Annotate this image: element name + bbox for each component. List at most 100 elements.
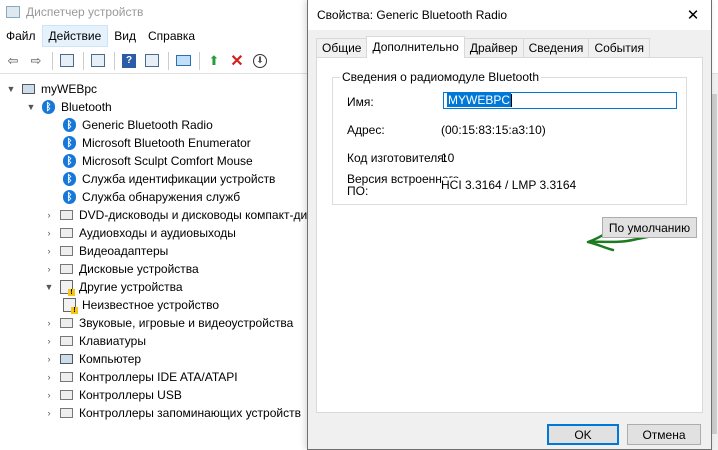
disable-device-icon[interactable]: ⬇ bbox=[251, 52, 269, 70]
toolbar-separator bbox=[114, 51, 115, 70]
bluetooth-icon: ᛒ bbox=[63, 154, 76, 168]
tree-root-label: myWEBpc bbox=[41, 82, 98, 96]
tree-item-label: Компьютер bbox=[79, 352, 142, 366]
storage-controller-icon bbox=[60, 408, 73, 418]
speaker-icon bbox=[60, 318, 73, 328]
menu-bar: Файл Действие Вид Справка bbox=[0, 25, 201, 47]
firmware-value: HCI 3.3164 / LMP 3.3164 bbox=[441, 178, 579, 192]
chevron-right-icon[interactable]: › bbox=[44, 210, 54, 220]
tree-item-sculpt-mouse[interactable]: ᛒ Microsoft Sculpt Comfort Mouse bbox=[63, 152, 253, 170]
usb-icon bbox=[60, 390, 73, 400]
address-label: Адрес: bbox=[347, 123, 385, 137]
name-label: Имя: bbox=[347, 95, 374, 109]
tree-item-generic-bluetooth-radio[interactable]: ᛒ Generic Bluetooth Radio bbox=[63, 116, 213, 134]
tree-item-ide-controllers[interactable]: › Контроллеры IDE ATA/ATAPI bbox=[44, 368, 238, 386]
tree-item-label: Звуковые, игровые и видеоустройства bbox=[79, 316, 294, 330]
tree-view-icon[interactable] bbox=[58, 52, 76, 70]
tab-advanced[interactable]: Дополнительно bbox=[366, 36, 465, 58]
toolbar-separator bbox=[83, 51, 84, 70]
tab-events[interactable]: События bbox=[588, 38, 650, 58]
menu-file[interactable]: Файл bbox=[0, 26, 42, 46]
scrollbar-thumb[interactable] bbox=[712, 94, 717, 434]
help-icon[interactable]: ? bbox=[120, 52, 138, 70]
tree-item-label: Microsoft Bluetooth Enumerator bbox=[82, 136, 251, 150]
tree-item-computer[interactable]: › Компьютер bbox=[44, 350, 142, 368]
tab-strip: Общие Дополнительно Драйвер Сведения Соб… bbox=[316, 36, 650, 58]
chevron-right-icon[interactable]: › bbox=[44, 228, 54, 238]
chevron-right-icon[interactable]: › bbox=[44, 246, 54, 256]
tab-panel-advanced: Сведения о радиомодуле Bluetooth Имя: MY… bbox=[316, 57, 703, 413]
tree-item-storage-controllers[interactable]: › Контроллеры запоминающих устройств bbox=[44, 404, 301, 422]
tab-details[interactable]: Сведения bbox=[522, 38, 590, 58]
tree-item-label: Служба идентификации устройств bbox=[82, 172, 276, 186]
tree-item-service-discovery[interactable]: ᛒ Служба обнаружения служб bbox=[63, 188, 240, 206]
manufacturer-value: 10 bbox=[441, 151, 455, 165]
tree-item-label: Generic Bluetooth Radio bbox=[82, 118, 213, 132]
group-title: Сведения о радиомодуле Bluetooth bbox=[340, 70, 542, 84]
restore-default-button[interactable]: По умолчанию bbox=[602, 217, 697, 238]
chevron-down-icon[interactable]: ▼ bbox=[6, 84, 16, 94]
display-adapter-icon bbox=[60, 246, 73, 256]
tree-item-disk-drives[interactable]: › Дисковые устройства bbox=[44, 260, 199, 278]
tree-item-usb-controllers[interactable]: › Контроллеры USB bbox=[44, 386, 182, 404]
tree-item-audio-io[interactable]: › Аудиовходы и аудиовыходы bbox=[44, 224, 236, 242]
firmware-label-line2: ПО: bbox=[347, 184, 369, 198]
forward-icon[interactable]: ⇨ bbox=[27, 52, 45, 70]
tree-item-label: Другие устройства bbox=[79, 280, 183, 294]
name-input[interactable]: MYWEBPC bbox=[443, 92, 677, 109]
tab-driver[interactable]: Драйвер bbox=[463, 38, 524, 58]
keyboard-icon bbox=[60, 336, 73, 346]
toolbar-separator bbox=[52, 51, 53, 70]
tree-item-label: Служба обнаружения служб bbox=[82, 190, 241, 204]
menu-help[interactable]: Справка bbox=[142, 26, 201, 46]
tree-item-bluetooth-enumerator[interactable]: ᛒ Microsoft Bluetooth Enumerator bbox=[63, 134, 251, 152]
close-icon[interactable]: ✕ bbox=[675, 0, 711, 30]
action-pane-icon[interactable] bbox=[143, 52, 161, 70]
tree-root[interactable]: ▼ myWEBpc bbox=[6, 80, 97, 98]
chevron-right-icon[interactable]: › bbox=[44, 390, 54, 400]
uninstall-icon[interactable]: ✕ bbox=[228, 52, 246, 70]
tree-item-label: Контроллеры IDE ATA/ATAPI bbox=[79, 370, 238, 384]
tree-item-label: DVD-дисководы и дисководы компакт-дисков bbox=[79, 208, 332, 222]
manufacturer-label: Код изготовителя: bbox=[347, 151, 448, 165]
tree-item-label: Аудиовходы и аудиовыходы bbox=[79, 226, 236, 240]
tree-item-video-adapters[interactable]: › Видеоадаптеры bbox=[44, 242, 169, 260]
ok-button[interactable]: OK bbox=[547, 424, 619, 445]
update-driver-icon[interactable]: ⬆ bbox=[205, 52, 223, 70]
warning-device-icon bbox=[60, 280, 75, 296]
menu-action[interactable]: Действие bbox=[41, 25, 109, 47]
chevron-right-icon[interactable]: › bbox=[44, 336, 54, 346]
tree-item-device-id-service[interactable]: ᛒ Служба идентификации устройств bbox=[63, 170, 275, 188]
radio-info-group: Сведения о радиомодуле Bluetooth Имя: MY… bbox=[332, 70, 687, 205]
bluetooth-icon: ᛒ bbox=[63, 136, 76, 150]
name-value: MYWEBPC bbox=[447, 93, 512, 107]
chevron-down-icon[interactable]: ▼ bbox=[26, 102, 36, 112]
tree-item-dvd[interactable]: › DVD-дисководы и дисководы компакт-диск… bbox=[44, 206, 332, 224]
tree-item-other-devices[interactable]: ▼ Другие устройства bbox=[44, 278, 183, 296]
chevron-right-icon[interactable]: › bbox=[44, 354, 54, 364]
tree-item-label: Контроллеры USB bbox=[79, 388, 182, 402]
tree-item-keyboards[interactable]: › Клавиатуры bbox=[44, 332, 146, 350]
tree-item-sound-devices[interactable]: › Звуковые, игровые и видеоустройства bbox=[44, 314, 294, 332]
back-icon[interactable]: ⇦ bbox=[4, 52, 22, 70]
menu-view[interactable]: Вид bbox=[108, 26, 142, 46]
chevron-right-icon[interactable]: › bbox=[44, 408, 54, 418]
tab-general[interactable]: Общие bbox=[316, 38, 368, 58]
scan-hardware-icon[interactable] bbox=[174, 52, 192, 70]
chevron-down-icon[interactable]: ▼ bbox=[44, 282, 54, 292]
device-manager-icon bbox=[6, 6, 20, 18]
tree-item-label: Bluetooth bbox=[61, 100, 112, 114]
tree-item-bluetooth[interactable]: ▼ ᛒ Bluetooth bbox=[26, 98, 112, 116]
computer-icon bbox=[22, 84, 35, 94]
chevron-right-icon[interactable]: › bbox=[44, 264, 54, 274]
bluetooth-icon: ᛒ bbox=[42, 100, 55, 114]
controller-icon bbox=[60, 372, 73, 382]
disk-drive-icon bbox=[60, 264, 73, 274]
tree-item-label: Microsoft Sculpt Comfort Mouse bbox=[82, 154, 253, 168]
chevron-right-icon[interactable]: › bbox=[44, 372, 54, 382]
devmgr-title: Диспетчер устройств bbox=[26, 5, 144, 19]
cancel-button[interactable]: Отмена bbox=[627, 424, 701, 445]
properties-icon[interactable] bbox=[89, 52, 107, 70]
chevron-right-icon[interactable]: › bbox=[44, 318, 54, 328]
tree-item-unknown-device[interactable]: Неизвестное устройство bbox=[63, 296, 219, 314]
